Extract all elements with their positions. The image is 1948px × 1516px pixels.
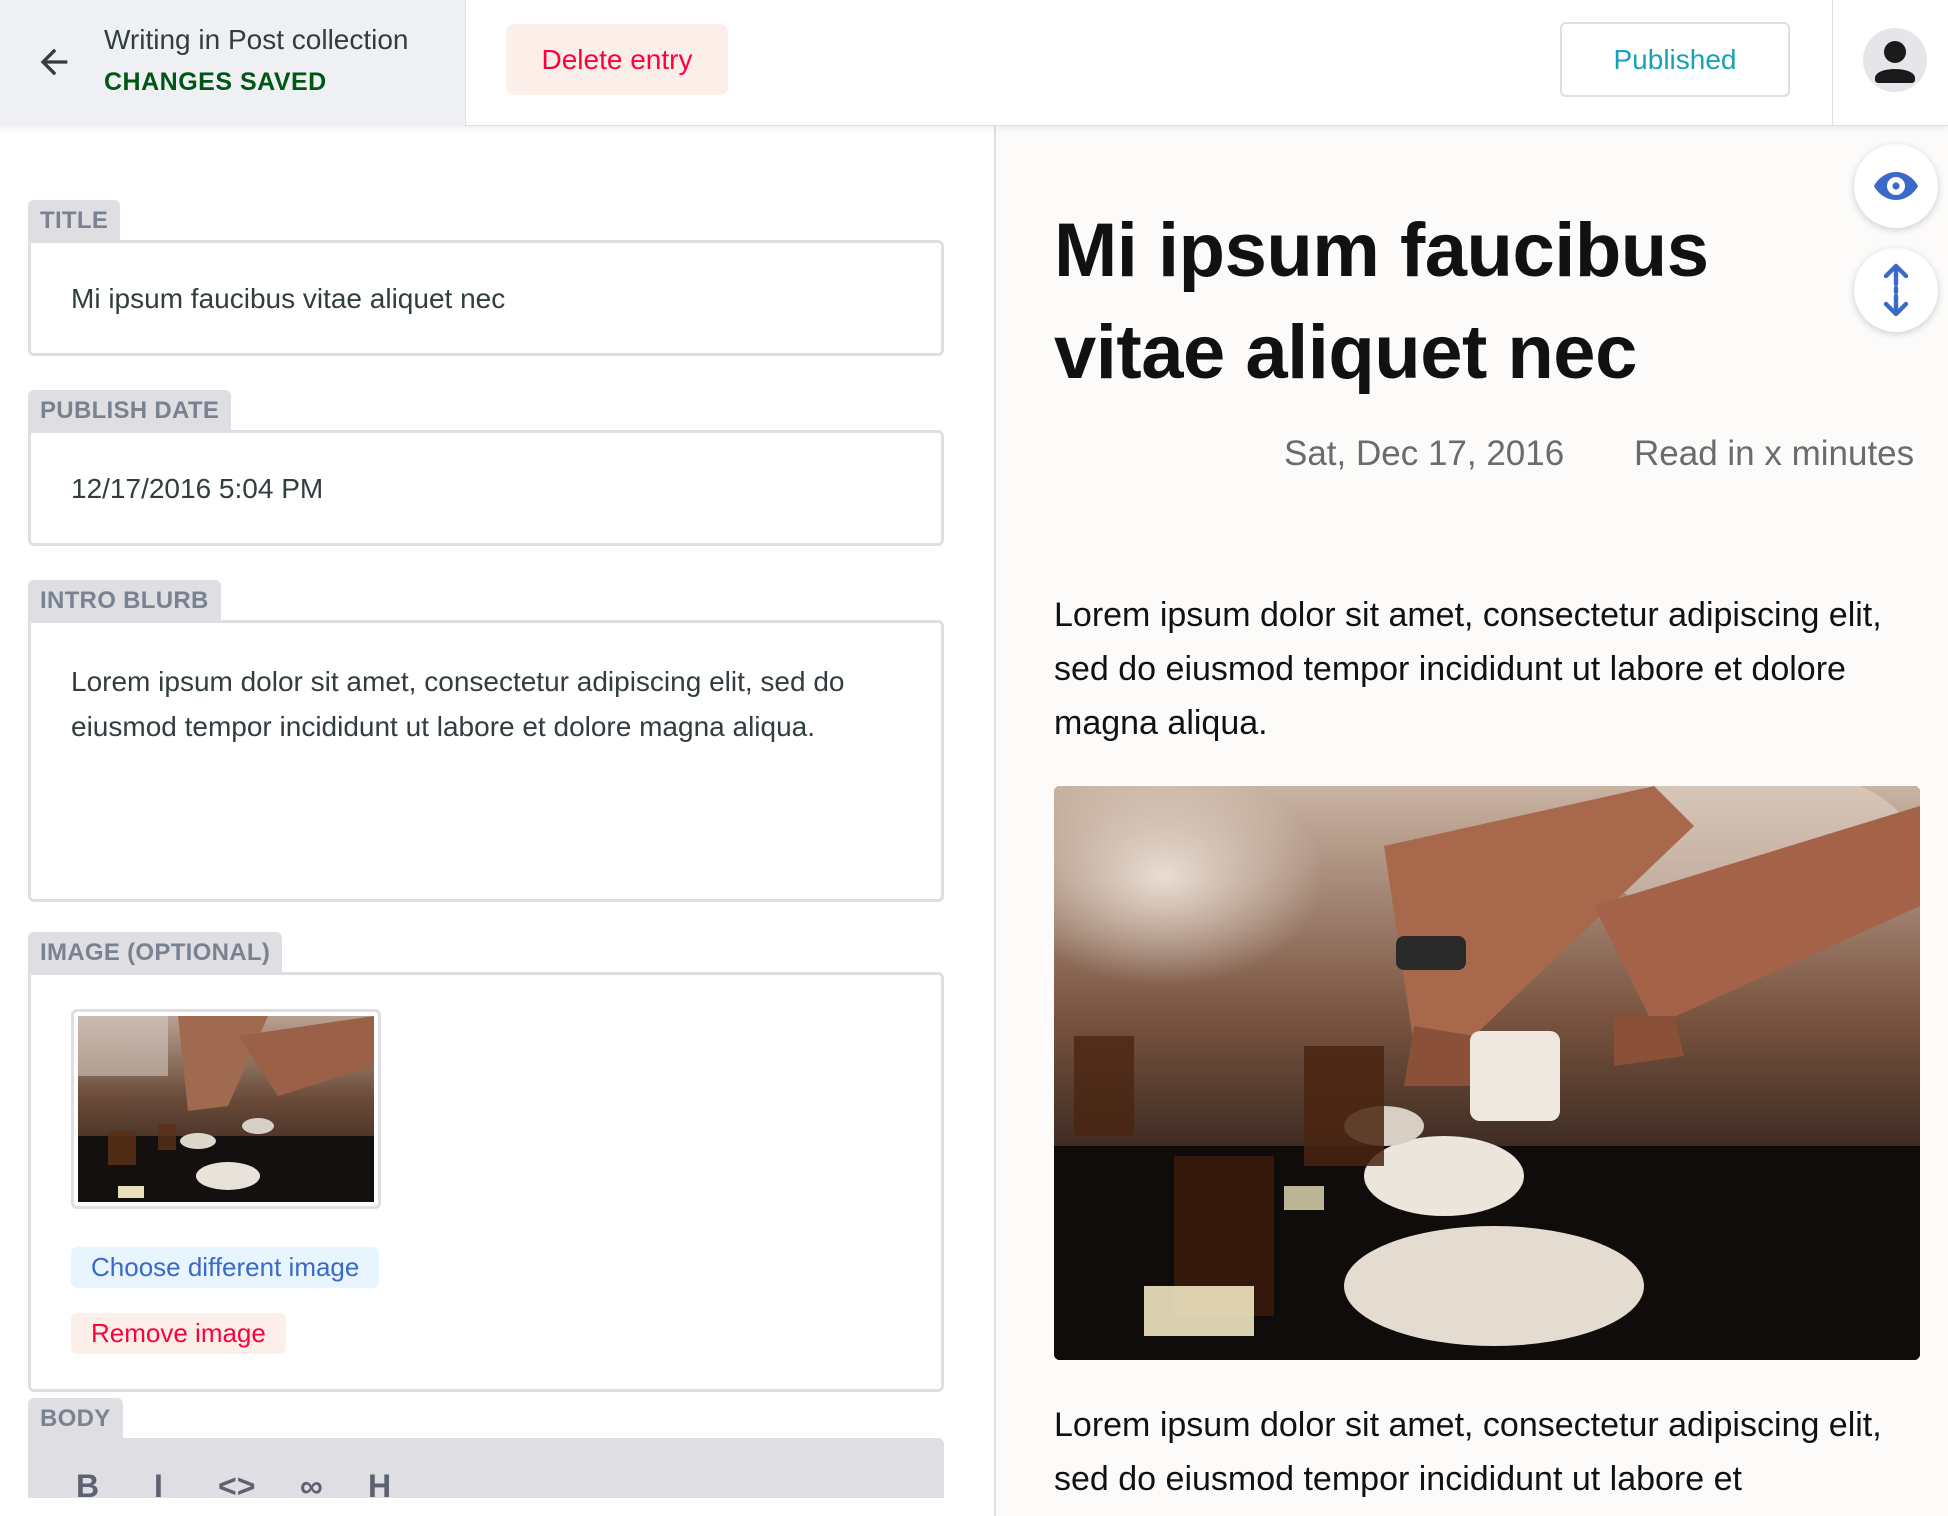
editor-toolbar: Writing in Post collection CHANGES SAVED… [0, 0, 1948, 126]
publish-date-input[interactable]: 12/17/2016 5:04 PM [28, 430, 944, 546]
preview-title: Mi ipsum faucibus vitae aliquet nec [1054, 208, 1709, 395]
preview-paragraph: Lorem ipsum dolor sit amet, consectetur … [1054, 1406, 1882, 1498]
preview-read-time: Read in x minutes [1634, 434, 1915, 473]
back-to-collection-button[interactable]: Writing in Post collection CHANGES SAVED [0, 0, 466, 126]
choose-different-image-button[interactable]: Choose different image [71, 1247, 380, 1288]
image-widget: Choose different image Remove image [28, 972, 944, 1392]
heading-icon[interactable]: H [368, 1468, 391, 1498]
title-field: TITLE Mi ipsum faucibus vitae aliquet ne… [28, 200, 944, 356]
title-input[interactable]: Mi ipsum faucibus vitae aliquet nec [28, 240, 944, 356]
publish-date-field: PUBLISH DATE 12/17/2016 5:04 PM [28, 390, 944, 546]
sync-scrolling-button[interactable] [1854, 248, 1938, 332]
publish-status-button[interactable]: Published [1560, 22, 1790, 97]
code-icon[interactable]: <> [218, 1468, 255, 1498]
bold-icon[interactable]: B [76, 1468, 99, 1498]
user-silhouette-icon [1875, 41, 1915, 83]
arrow-left-icon [40, 48, 68, 76]
collection-title: Writing in Post collection [104, 24, 409, 55]
intro-blurb-textarea[interactable]: Lorem ipsum dolor sit amet, consectetur … [28, 620, 944, 902]
link-icon[interactable]: ∞ [300, 1468, 323, 1498]
coffee-tasting-photo-large [1054, 786, 1920, 1360]
intro-blurb-field: INTRO BLURB Lorem ipsum dolor sit amet, … [28, 580, 944, 902]
body-field: BODY B I <> ∞ H [28, 1398, 944, 1498]
body-label: BODY [28, 1398, 123, 1438]
save-status: CHANGES SAVED [104, 68, 327, 96]
preview-date: Sat, Dec 17, 2016 [1284, 434, 1565, 473]
publish-date-label: PUBLISH DATE [28, 390, 232, 430]
profile-menu[interactable] [1832, 0, 1948, 126]
preview-pane: Mi ipsum faucibus vitae aliquet nec Sat,… [998, 126, 1948, 1516]
title-label: TITLE [28, 200, 121, 240]
editor-pane: TITLE Mi ipsum faucibus vitae aliquet ne… [0, 126, 996, 1516]
preview-image [1054, 786, 1920, 1360]
preview-paragraph: Lorem ipsum dolor sit amet, consectetur … [1054, 596, 1882, 742]
image-thumbnail [71, 1009, 381, 1209]
remove-image-button[interactable]: Remove image [71, 1313, 286, 1354]
coffee-tasting-photo [78, 1016, 374, 1202]
intro-blurb-label: INTRO BLURB [28, 580, 221, 620]
image-label: IMAGE (OPTIONAL) [28, 932, 283, 972]
delete-entry-button[interactable]: Delete entry [506, 24, 728, 95]
italic-icon[interactable]: I [154, 1468, 163, 1498]
scroll-sync-icon [1883, 263, 1909, 317]
body-editor-toolbar: B I <> ∞ H [28, 1438, 944, 1498]
user-avatar-icon[interactable] [1863, 28, 1927, 92]
image-field: IMAGE (OPTIONAL) Choose different image … [28, 932, 944, 1392]
eye-icon [1874, 172, 1918, 200]
toggle-preview-button[interactable] [1854, 144, 1938, 228]
